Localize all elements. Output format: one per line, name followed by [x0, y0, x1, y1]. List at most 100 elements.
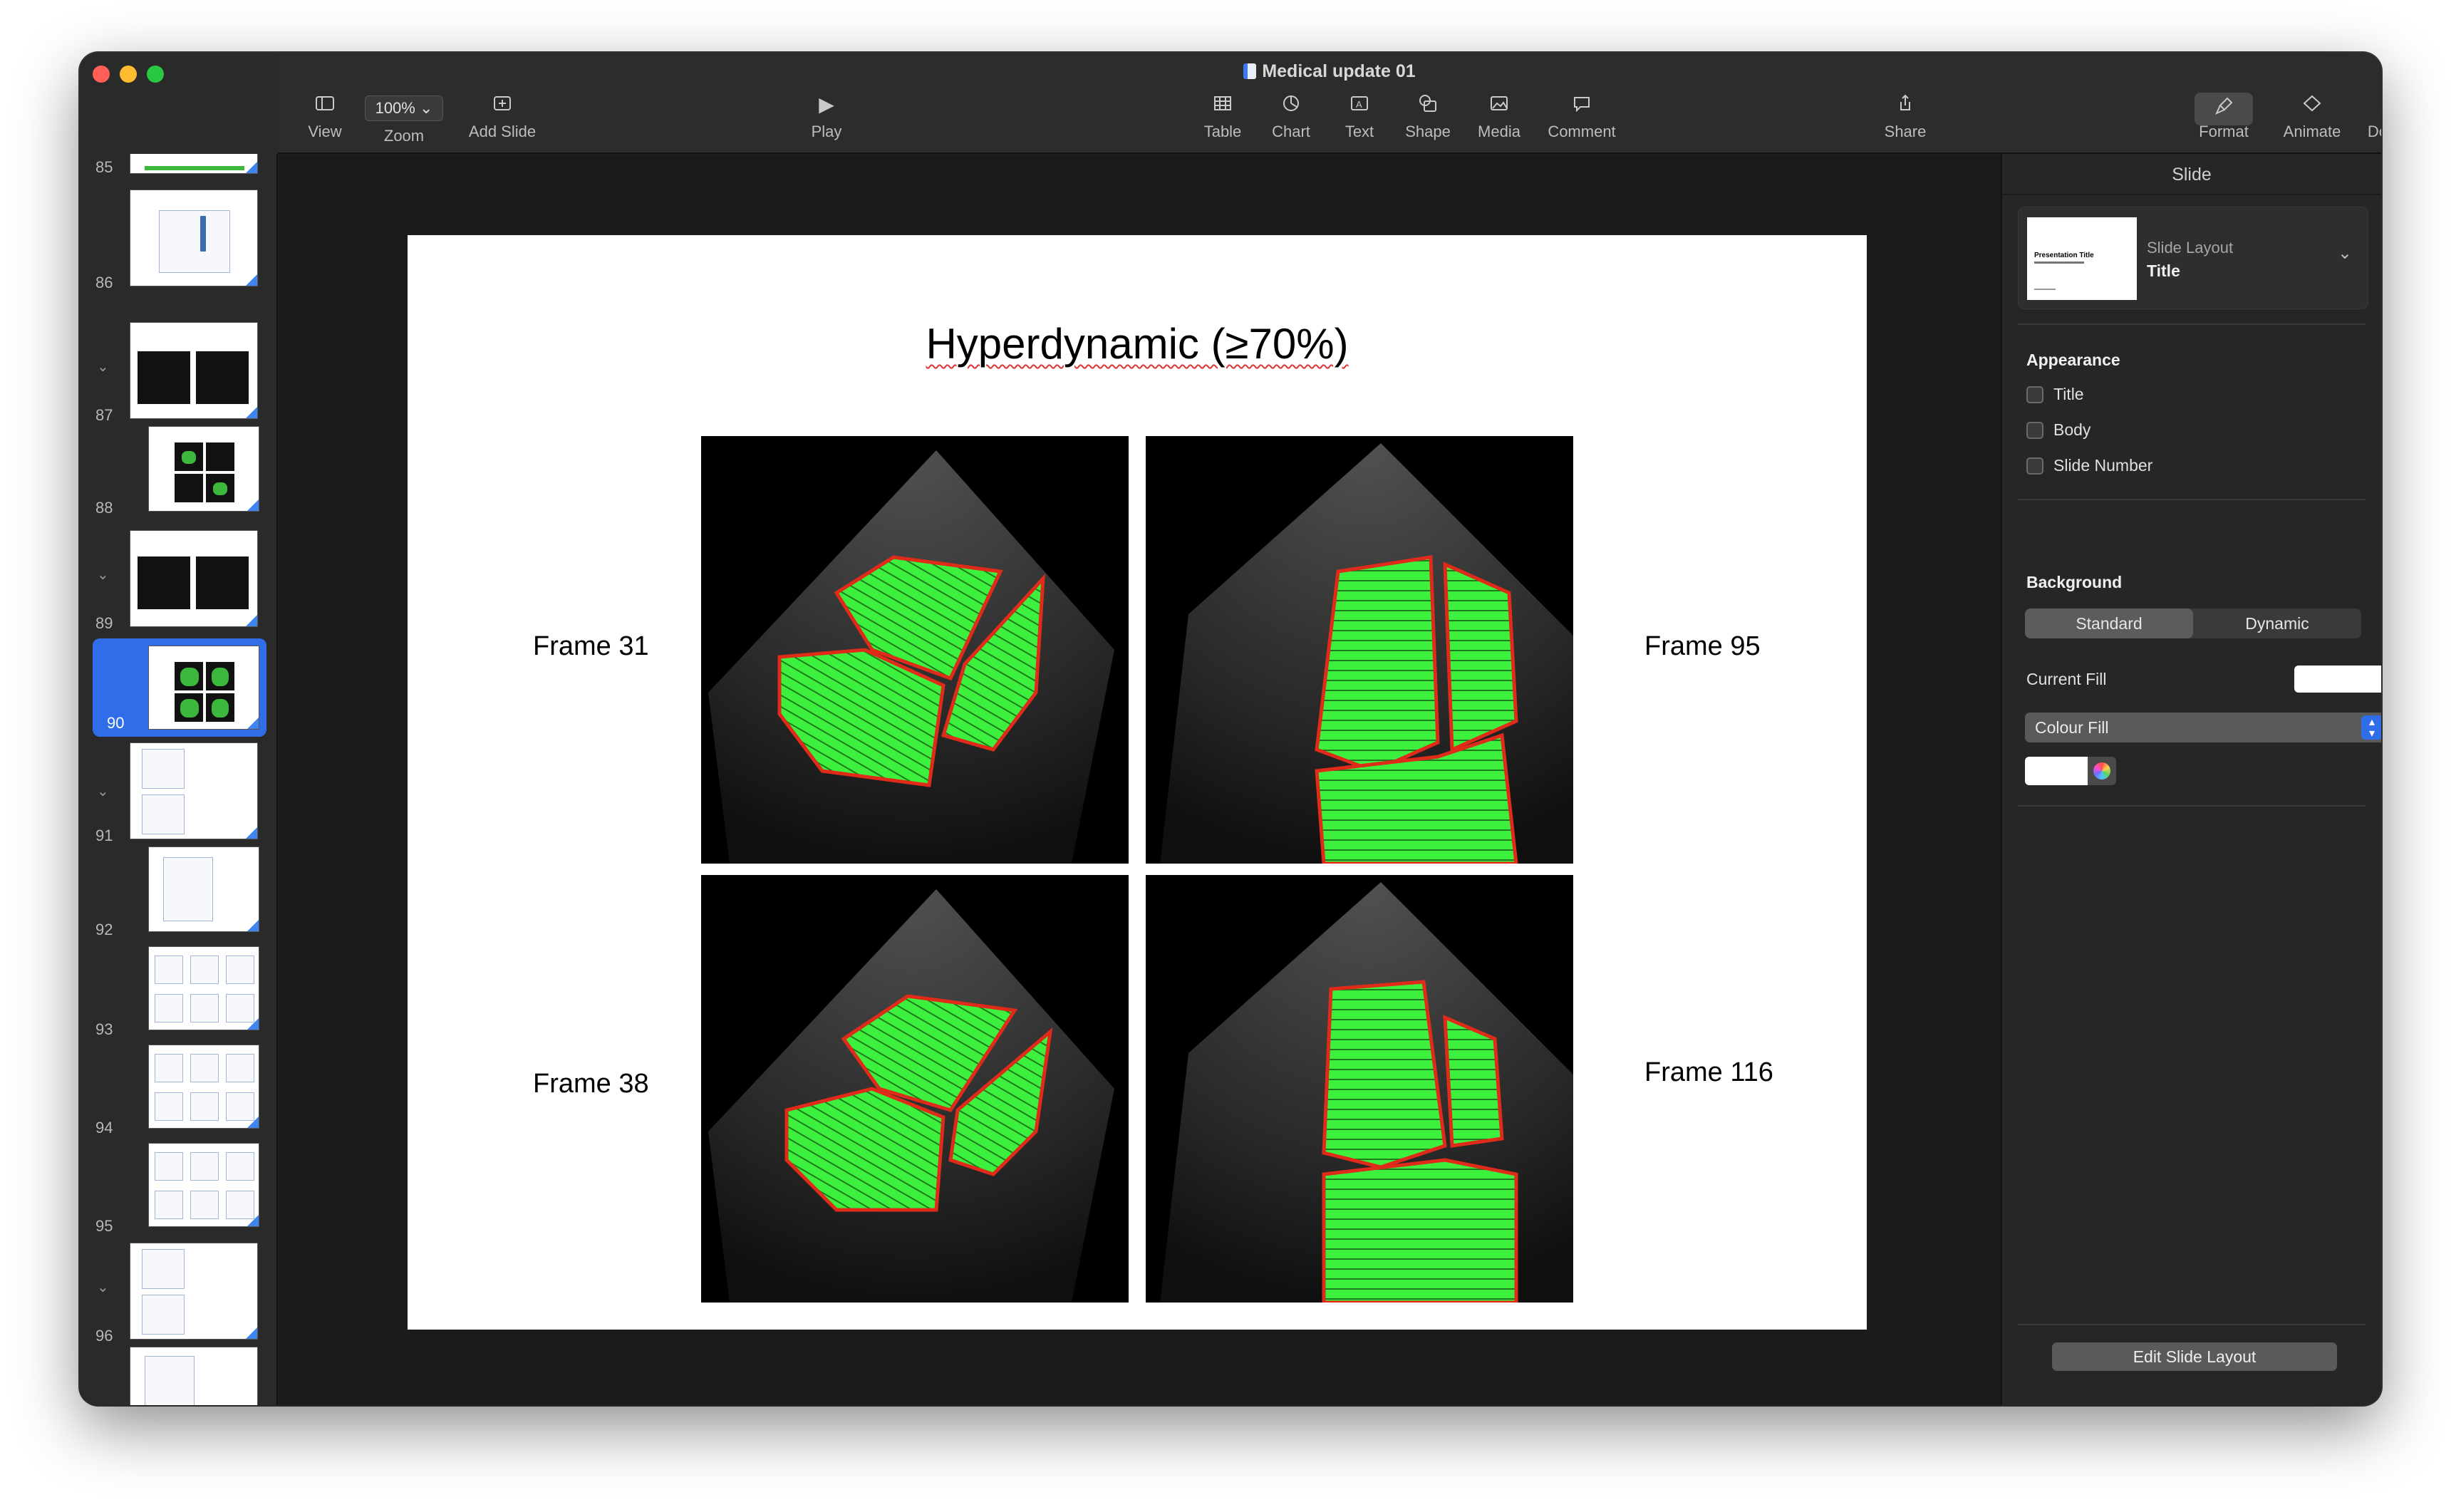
add-slide-icon	[456, 93, 549, 117]
animate-diamond-icon	[2273, 93, 2351, 117]
segmentation-overlay	[708, 450, 1114, 864]
slide-badge	[246, 274, 257, 286]
slide-navigator: 85 86 ⌄ 87 88 ⌄ 89 90 ⌄ 91 92 93 94 95 ⌄…	[80, 154, 278, 1405]
background-standard-option[interactable]: Standard	[2025, 609, 2193, 638]
thumb-graphic	[212, 668, 229, 686]
slide-number: 95	[95, 1217, 113, 1235]
sidebar-header	[80, 53, 278, 154]
thumb-graphic	[180, 699, 199, 718]
slide-badge	[246, 407, 257, 418]
slide-badge	[247, 1018, 259, 1030]
segmentation-overlay	[1160, 443, 1573, 864]
slide[interactable]: Hyperdynamic (≥70%) Frame 31 Frame 95 Fr…	[408, 235, 1867, 1330]
echo-image-frame-31[interactable]	[701, 436, 1129, 864]
thumb-image	[196, 351, 249, 404]
thumb-chart	[142, 794, 185, 834]
slide-preview	[130, 1347, 258, 1405]
chevron-down-icon[interactable]: ⌄	[97, 358, 109, 376]
chevron-down-icon[interactable]: ⌄	[2338, 243, 2352, 264]
chart-button[interactable]: Chart	[1263, 93, 1320, 141]
format-button[interactable]: Format	[2177, 93, 2270, 141]
edit-slide-layout-button[interactable]: Edit Slide Layout	[2052, 1342, 2337, 1371]
thumb-chart	[190, 1152, 219, 1181]
slide-number: 89	[95, 614, 113, 632]
checkbox[interactable]	[2026, 457, 2043, 475]
slide-preview	[148, 1045, 259, 1129]
segmentation-overlay	[1160, 882, 1573, 1303]
chart-icon	[1263, 93, 1320, 117]
fill-color-well[interactable]	[2025, 757, 2088, 785]
thumb-chart	[155, 1054, 183, 1082]
fill-type-select[interactable]: Colour Fill ▴ ▾	[2025, 713, 2381, 742]
frame-label-bottom-right[interactable]: Frame 116	[1644, 1057, 1773, 1088]
play-button[interactable]: ▶ Play	[798, 93, 855, 141]
share-button[interactable]: Share	[1877, 93, 1934, 141]
chevron-down-icon[interactable]: ⌄	[97, 782, 109, 800]
media-icon	[1469, 93, 1529, 117]
current-fill-swatch[interactable]	[2294, 666, 2381, 693]
zoom-select[interactable]: 100% ⌄	[364, 95, 444, 121]
minimize-window-button[interactable]	[120, 66, 137, 83]
divider	[2018, 323, 2366, 325]
current-fill-label: Current Fill	[2026, 670, 2107, 688]
slide-canvas[interactable]: Hyperdynamic (≥70%) Frame 31 Frame 95 Fr…	[279, 155, 2001, 1405]
slide-badge	[246, 162, 257, 173]
background-type-segmented-control[interactable]: Standard Dynamic	[2025, 609, 2361, 638]
comment-button[interactable]: Comment	[1539, 93, 1625, 141]
slide-number: 92	[95, 921, 113, 938]
inspector-tab-slide[interactable]: Slide	[2002, 154, 2381, 195]
play-icon: ▶	[819, 93, 834, 115]
slide-number: 91	[95, 827, 113, 844]
thumb-chart	[190, 1054, 219, 1082]
zoom-control[interactable]: 100% ⌄ Zoom	[358, 95, 450, 145]
animate-button[interactable]: Animate	[2273, 93, 2351, 141]
segmentation-overlay	[708, 889, 1114, 1303]
appearance-body-checkbox[interactable]: Body	[2026, 420, 2090, 440]
frame-label-top-right[interactable]: Frame 95	[1644, 631, 1761, 662]
slide-preview	[148, 1143, 259, 1227]
background-dynamic-option[interactable]: Dynamic	[2193, 609, 2361, 638]
slide-preview	[148, 426, 259, 512]
echo-image-frame-38[interactable]	[701, 875, 1129, 1303]
slide-number: 85	[95, 158, 113, 176]
select-arrows-icon: ▴ ▾	[2361, 715, 2381, 740]
document-button[interactable]: Document	[2357, 93, 2381, 141]
checkbox[interactable]	[2026, 422, 2043, 439]
thumb-image	[138, 556, 190, 609]
thumb-chart	[145, 1356, 195, 1405]
frame-label-top-left[interactable]: Frame 31	[533, 631, 649, 662]
slide-title[interactable]: Hyperdynamic (≥70%)	[408, 319, 1867, 368]
thumb-chart	[190, 994, 219, 1022]
frame-label-bottom-left[interactable]: Frame 38	[533, 1069, 649, 1099]
chevron-down-icon: ⌄	[419, 99, 433, 117]
chevron-down-icon[interactable]: ⌄	[97, 566, 109, 584]
media-button[interactable]: Media	[1469, 93, 1529, 141]
echo-image-frame-95[interactable]	[1146, 436, 1573, 864]
table-button[interactable]: Table	[1194, 93, 1251, 141]
layout-preview-footer	[2034, 289, 2056, 290]
slide-layout-picker[interactable]: Presentation Title Slide Layout Title ⌄	[2018, 207, 2368, 309]
close-window-button[interactable]	[93, 66, 110, 83]
text-button[interactable]: A Text	[1331, 93, 1388, 141]
add-slide-button[interactable]: Add Slide	[456, 93, 549, 141]
thumb-chart	[142, 749, 185, 789]
chevron-down-icon[interactable]: ⌄	[97, 1278, 109, 1296]
slide-badge	[247, 718, 259, 729]
thumb-chart	[142, 1249, 185, 1289]
layout-preview: Presentation Title	[2027, 217, 2137, 300]
slide-number: 94	[95, 1119, 113, 1136]
slide-preview	[130, 322, 258, 419]
appearance-slide-number-checkbox[interactable]: Slide Number	[2026, 456, 2152, 475]
share-icon	[1877, 93, 1934, 117]
checkbox[interactable]	[2026, 386, 2043, 403]
color-picker-button[interactable]	[2088, 757, 2116, 785]
echo-image-frame-116[interactable]	[1146, 875, 1573, 1303]
shape-button[interactable]: Shape	[1399, 93, 1456, 141]
maximize-window-button[interactable]	[147, 66, 164, 83]
appearance-title-checkbox[interactable]: Title	[2026, 385, 2084, 404]
divider	[2018, 499, 2366, 500]
thumb-chart	[190, 1191, 219, 1219]
view-button[interactable]: View	[292, 93, 358, 141]
slide-badge	[246, 1327, 257, 1339]
thumb-image	[206, 442, 234, 471]
